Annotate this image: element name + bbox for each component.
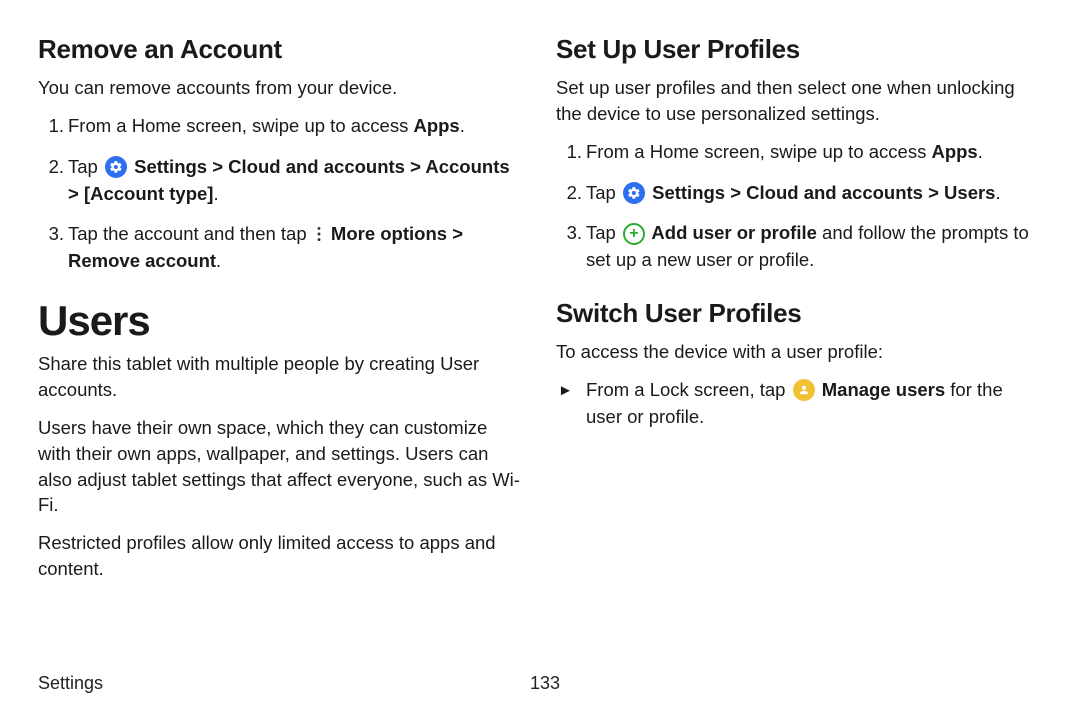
setup-profiles-steps: From a Home screen, swipe up to access A… <box>556 139 1042 274</box>
switch-profiles-intro: To access the device with a user profile… <box>556 339 1042 365</box>
settings-icon <box>105 156 127 178</box>
step-text-post: . <box>978 141 983 162</box>
step-text: Tap <box>586 222 621 243</box>
switch-text-pre: From a Lock screen, tap <box>586 379 791 400</box>
add-user-label: Add user or profile <box>647 222 817 243</box>
remove-step-3: Tap the account and then tap More option… <box>68 221 524 275</box>
settings-path: Settings > Cloud and accounts > Users <box>647 182 996 203</box>
switch-item: From a Lock screen, tap Manage users for… <box>586 377 1042 431</box>
label-apps: Apps <box>413 115 459 136</box>
remove-step-1: From a Home screen, swipe up to access A… <box>68 113 524 140</box>
switch-profiles-heading: Switch User Profiles <box>556 298 1042 329</box>
settings-icon <box>623 182 645 204</box>
step-text-post: . <box>216 250 221 271</box>
setup-step-1: From a Home screen, swipe up to access A… <box>586 139 1042 166</box>
settings-path: Settings > Cloud and accounts > Accounts… <box>68 156 510 204</box>
page-footer: Settings 133 <box>38 673 1042 694</box>
step-text-post: . <box>460 115 465 136</box>
step-text: Tap <box>68 156 103 177</box>
step-text-post: . <box>995 182 1000 203</box>
remove-account-steps: From a Home screen, swipe up to access A… <box>38 113 524 275</box>
setup-profiles-heading: Set Up User Profiles <box>556 34 1042 65</box>
label-apps: Apps <box>931 141 977 162</box>
step-text: From a Home screen, swipe up to access <box>586 141 931 162</box>
manage-users-label: Manage users <box>817 379 946 400</box>
remove-step-2: Tap Settings > Cloud and accounts > Acco… <box>68 154 524 208</box>
right-column: Set Up User Profiles Set up user profile… <box>556 34 1042 594</box>
users-intro-2: Users have their own space, which they c… <box>38 415 524 519</box>
users-intro-1: Share this tablet with multiple people b… <box>38 351 524 403</box>
remove-account-heading: Remove an Account <box>38 34 524 65</box>
setup-profiles-intro: Set up user profiles and then select one… <box>556 75 1042 127</box>
user-icon <box>793 379 815 401</box>
users-heading: Users <box>38 297 524 345</box>
footer-section: Settings <box>38 673 103 693</box>
step-text: Tap the account and then tap <box>68 223 312 244</box>
setup-step-2: Tap Settings > Cloud and accounts > User… <box>586 180 1042 207</box>
step-text: From a Home screen, swipe up to access <box>68 115 413 136</box>
more-options-icon <box>313 224 325 244</box>
step-text-post: . <box>213 183 218 204</box>
footer-page-number: 133 <box>530 673 560 694</box>
users-intro-3: Restricted profiles allow only limited a… <box>38 530 524 582</box>
switch-profiles-list: From a Lock screen, tap Manage users for… <box>556 377 1042 431</box>
remove-account-intro: You can remove accounts from your device… <box>38 75 524 101</box>
left-column: Remove an Account You can remove account… <box>38 34 524 594</box>
step-text: Tap <box>586 182 621 203</box>
setup-step-3: Tap + Add user or profile and follow the… <box>586 220 1042 274</box>
add-icon: + <box>623 223 645 245</box>
